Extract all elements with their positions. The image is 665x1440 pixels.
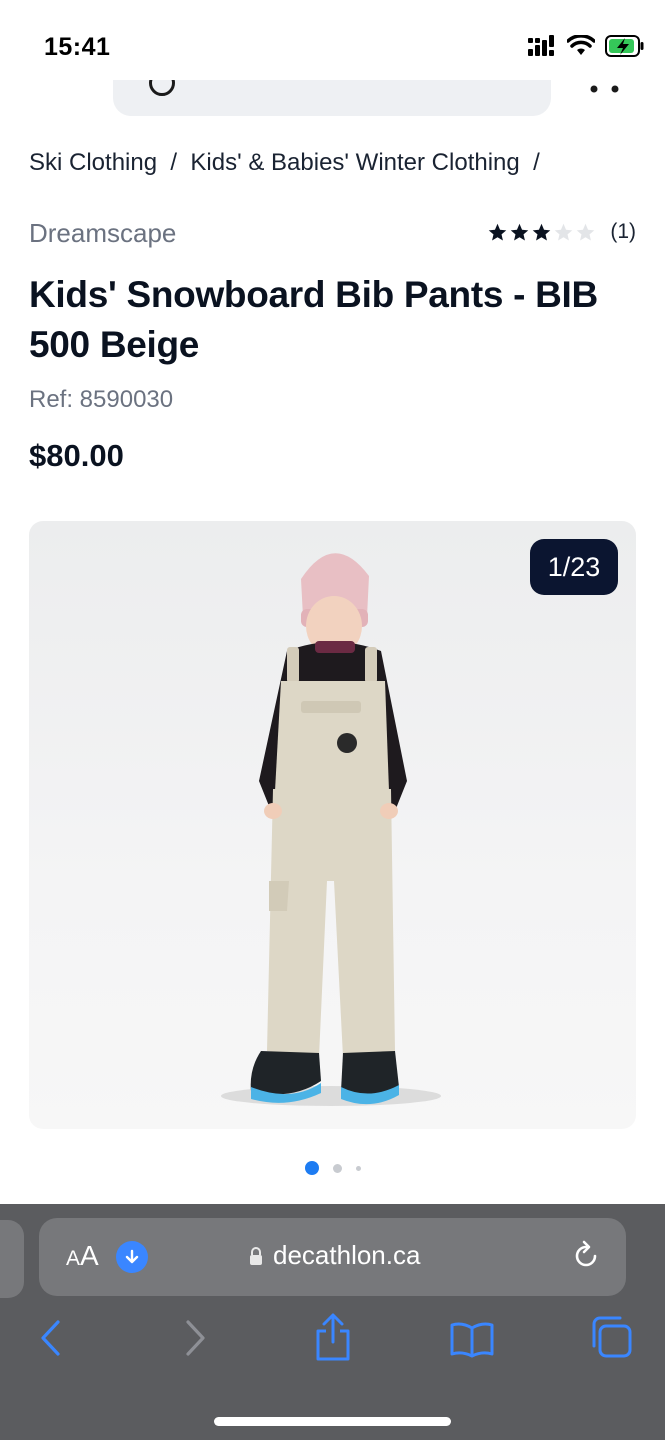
status-time: 15:41 <box>44 33 111 61</box>
product-title: Kids' Snowboard Bib Pants - BIB 500 Beig… <box>29 274 598 365</box>
share-icon[interactable] <box>313 1312 353 1362</box>
carousel-dot-active[interactable] <box>304 1161 319 1175</box>
product-price: $80.00 <box>29 438 124 473</box>
lock-icon <box>250 1247 262 1265</box>
status-icons <box>527 34 645 58</box>
previous-tab-preview[interactable] <box>0 1220 24 1298</box>
carousel-dot[interactable] <box>332 1163 342 1173</box>
carousel-dots <box>0 1161 665 1175</box>
bookmarks-icon[interactable] <box>449 1320 495 1358</box>
star-empty-icon <box>555 223 573 241</box>
cart-icon[interactable] <box>588 82 622 94</box>
download-icon[interactable] <box>116 1241 148 1273</box>
breadcrumb-item-kids-winter-clothing[interactable]: Kids' & Babies' Winter Clothing <box>190 149 519 176</box>
rating-stars <box>487 222 596 243</box>
image-counter-badge: 1/23 <box>530 539 618 595</box>
forward-icon[interactable] <box>182 1318 208 1358</box>
star-filled-icon <box>511 223 529 241</box>
product-ref: Ref: 8590030 <box>29 386 174 413</box>
address-bar[interactable]: AA decathlon.ca <box>39 1218 626 1296</box>
product-image[interactable]: 1/23 <box>29 521 636 1129</box>
star-filled-icon <box>533 223 551 241</box>
wifi-icon <box>567 35 595 55</box>
product-photo <box>221 553 441 1106</box>
product-rating[interactable]: (1) <box>487 220 636 244</box>
star-empty-icon <box>577 223 595 241</box>
breadcrumb: Ski Clothing / Kids' & Babies' Winter Cl… <box>29 149 546 177</box>
search-icon <box>149 80 175 96</box>
back-icon[interactable] <box>38 1318 64 1358</box>
battery-charging-icon <box>605 35 644 57</box>
home-indicator[interactable] <box>214 1417 451 1426</box>
breadcrumb-item-ski-clothing[interactable]: Ski Clothing <box>29 149 157 176</box>
tabs-icon[interactable] <box>590 1314 634 1360</box>
carousel-dot[interactable] <box>355 1165 361 1171</box>
brand-name[interactable]: Dreamscape <box>29 218 176 249</box>
browser-toolbar <box>0 1312 665 1372</box>
rating-count: (1) <box>610 220 636 243</box>
breadcrumb-separator: / <box>163 149 184 176</box>
url-text: decathlon.ca <box>273 1240 421 1270</box>
search-bar[interactable] <box>113 80 551 116</box>
breadcrumb-separator: / <box>526 149 547 176</box>
reader-options-button[interactable]: AA <box>66 1240 99 1272</box>
reload-icon[interactable] <box>570 1240 602 1272</box>
star-filled-icon <box>489 223 507 241</box>
cellular-icon <box>528 35 554 56</box>
browser-bottom-bar: AA decathlon.ca <box>0 1204 665 1440</box>
